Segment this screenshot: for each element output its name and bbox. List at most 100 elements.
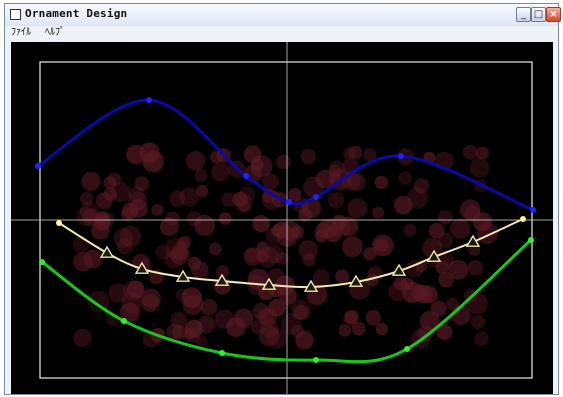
- ornament-circle: [127, 191, 147, 211]
- ornament-circle: [194, 214, 216, 236]
- ornament-circle: [126, 144, 146, 165]
- design-drawing[interactable]: [11, 42, 553, 394]
- menu-help[interactable]: ﾍﾙﾌﾟ: [45, 26, 65, 39]
- ornament-circle: [221, 192, 236, 207]
- ornament-circle: [113, 228, 134, 248]
- bottom-control-point: [528, 237, 534, 243]
- top-control-point: [286, 199, 292, 205]
- menu-file[interactable]: ﾌｧｲﾙ: [11, 26, 31, 39]
- ornament-circle: [79, 192, 94, 206]
- ornament-circle: [268, 298, 286, 317]
- ornament-circle: [293, 305, 309, 320]
- ornament-circle: [211, 162, 230, 182]
- ornament-circle: [470, 314, 485, 329]
- ornament-circle: [218, 212, 232, 225]
- ornament-circle: [103, 187, 117, 201]
- ornament-circle: [185, 151, 206, 171]
- ornament-circle: [234, 308, 254, 328]
- ornament-circle: [288, 188, 302, 201]
- middle-endpoint: [56, 220, 62, 226]
- ornament-circle: [264, 244, 284, 264]
- ornament-circle: [194, 168, 208, 183]
- ornament-circle: [365, 309, 382, 326]
- ornament-circle: [475, 146, 489, 160]
- ornament-circle: [73, 328, 92, 347]
- ornament-circle: [244, 247, 260, 263]
- ornament-circle: [196, 185, 209, 197]
- ornament-circle: [462, 144, 479, 160]
- design-canvas[interactable]: [11, 42, 553, 394]
- ornament-circle: [435, 260, 449, 275]
- ornament-circle: [438, 210, 453, 225]
- ornament-circle: [328, 192, 345, 209]
- ornament-circle: [298, 240, 319, 260]
- minimize-icon: _: [521, 9, 526, 20]
- window-app-icon[interactable]: [10, 9, 21, 20]
- ornament-circle: [72, 236, 90, 253]
- ornament-circle: [108, 283, 128, 303]
- ornament-circle: [438, 271, 455, 288]
- top-control-point: [530, 207, 536, 213]
- ornament-circle: [372, 234, 394, 257]
- ornament-circle: [73, 251, 93, 272]
- ornament-circle: [469, 157, 490, 178]
- ornament-circle: [398, 171, 412, 185]
- ornament-circle: [341, 236, 363, 258]
- maximize-button[interactable]: □: [531, 7, 546, 22]
- ornament-circle: [166, 323, 182, 340]
- bottom-control-point: [39, 259, 45, 265]
- ornament-circle: [235, 194, 254, 213]
- close-button[interactable]: ×: [546, 7, 561, 22]
- ornament-circle: [262, 173, 280, 191]
- ornament-circle: [260, 319, 279, 338]
- maximize-icon: □: [533, 9, 544, 20]
- ornament-circle: [402, 281, 424, 304]
- ornament-circle: [375, 322, 388, 336]
- ornament-circle: [76, 207, 96, 227]
- ornament-circle: [450, 218, 471, 239]
- ornament-circle: [169, 190, 186, 207]
- close-icon: ×: [549, 9, 558, 20]
- ornament-circle: [252, 215, 270, 233]
- minimize-button[interactable]: _: [516, 7, 531, 22]
- ornament-circle: [182, 295, 203, 315]
- ornament-circle: [184, 326, 201, 343]
- ornament-circle: [437, 232, 454, 249]
- ornament-circle: [348, 145, 363, 160]
- top-control-point: [398, 153, 404, 159]
- ornament-circle: [300, 149, 316, 165]
- window-title: Ornament Design: [25, 7, 128, 20]
- bottom-control-point: [219, 350, 225, 356]
- ornament-circle: [276, 154, 291, 170]
- ornament-circle: [200, 298, 218, 316]
- top-control-point: [243, 173, 249, 179]
- app-window: Ornament Design _ □ × ﾌｧｲﾙ ﾍﾙﾌﾟ: [4, 3, 561, 395]
- ornament-circle: [338, 324, 352, 337]
- ornament-circle: [476, 222, 499, 244]
- ornament-circle: [191, 261, 209, 279]
- ornament-circle: [164, 237, 187, 260]
- top-control-point: [35, 163, 41, 169]
- ornament-circle: [81, 171, 101, 191]
- top-control-point: [146, 97, 152, 103]
- ornament-circle: [347, 198, 368, 219]
- ornament-circle: [209, 242, 222, 256]
- ornament-circle: [214, 309, 235, 329]
- ornament-circle: [406, 187, 428, 209]
- ornament-circle: [243, 145, 262, 164]
- title-bar[interactable]: Ornament Design _ □ ×: [5, 4, 561, 27]
- middle-endpoint: [520, 216, 526, 222]
- ornament-circle: [351, 321, 366, 336]
- ornament-circle: [374, 175, 389, 190]
- ornament-circle: [151, 203, 164, 216]
- bottom-control-point: [404, 346, 410, 352]
- menu-bar: ﾌｧｲﾙ ﾍﾙﾌﾟ: [5, 26, 558, 39]
- ornament-circle: [403, 223, 417, 237]
- bottom-control-point: [121, 318, 127, 324]
- ornament-circle: [467, 260, 483, 276]
- ornament-circle: [335, 269, 350, 284]
- top-control-point: [313, 194, 319, 200]
- ornament-circle: [165, 211, 180, 226]
- ornament-circle: [312, 269, 330, 287]
- triangle-marker: [99, 245, 115, 258]
